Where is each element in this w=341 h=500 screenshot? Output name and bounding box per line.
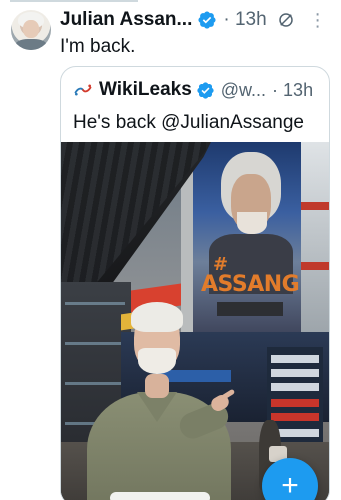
quoted-tweet-photo[interactable]: # ASSANGE bbox=[61, 142, 329, 500]
verified-badge-icon bbox=[198, 11, 216, 29]
mural-word-text: ASSANGE bbox=[201, 272, 314, 297]
grok-icon[interactable] bbox=[277, 11, 295, 29]
divider bbox=[10, 0, 138, 2]
home-indicator bbox=[110, 492, 210, 500]
tweet-header: Julian Assan... · 13h ⋮ bbox=[60, 8, 335, 32]
building-facade bbox=[299, 142, 329, 342]
author-name[interactable]: Julian Assan... bbox=[60, 9, 192, 31]
quoted-tweet-card[interactable]: WikiLeaks @w... · 13h He's back @JulianA… bbox=[60, 66, 330, 500]
tweet-text: I'm back. bbox=[60, 36, 136, 57]
tweet-time[interactable]: · 13h bbox=[223, 9, 266, 31]
verified-badge-icon bbox=[197, 81, 214, 99]
quoted-author-handle[interactable]: @w... bbox=[221, 80, 266, 101]
author-avatar[interactable] bbox=[11, 10, 51, 50]
quoted-tweet-text: He's back @JulianAssange bbox=[73, 112, 304, 133]
quoted-tweet-header: WikiLeaks @w... · 13h bbox=[73, 78, 313, 102]
more-icon[interactable]: ⋮ bbox=[309, 11, 327, 29]
mural: # ASSANGE bbox=[193, 142, 301, 342]
quoted-author-name[interactable]: WikiLeaks bbox=[99, 79, 192, 101]
quoted-tweet-time[interactable]: · 13h bbox=[272, 80, 313, 101]
wikileaks-logo-icon bbox=[74, 84, 92, 96]
plus-icon: + bbox=[281, 469, 299, 500]
